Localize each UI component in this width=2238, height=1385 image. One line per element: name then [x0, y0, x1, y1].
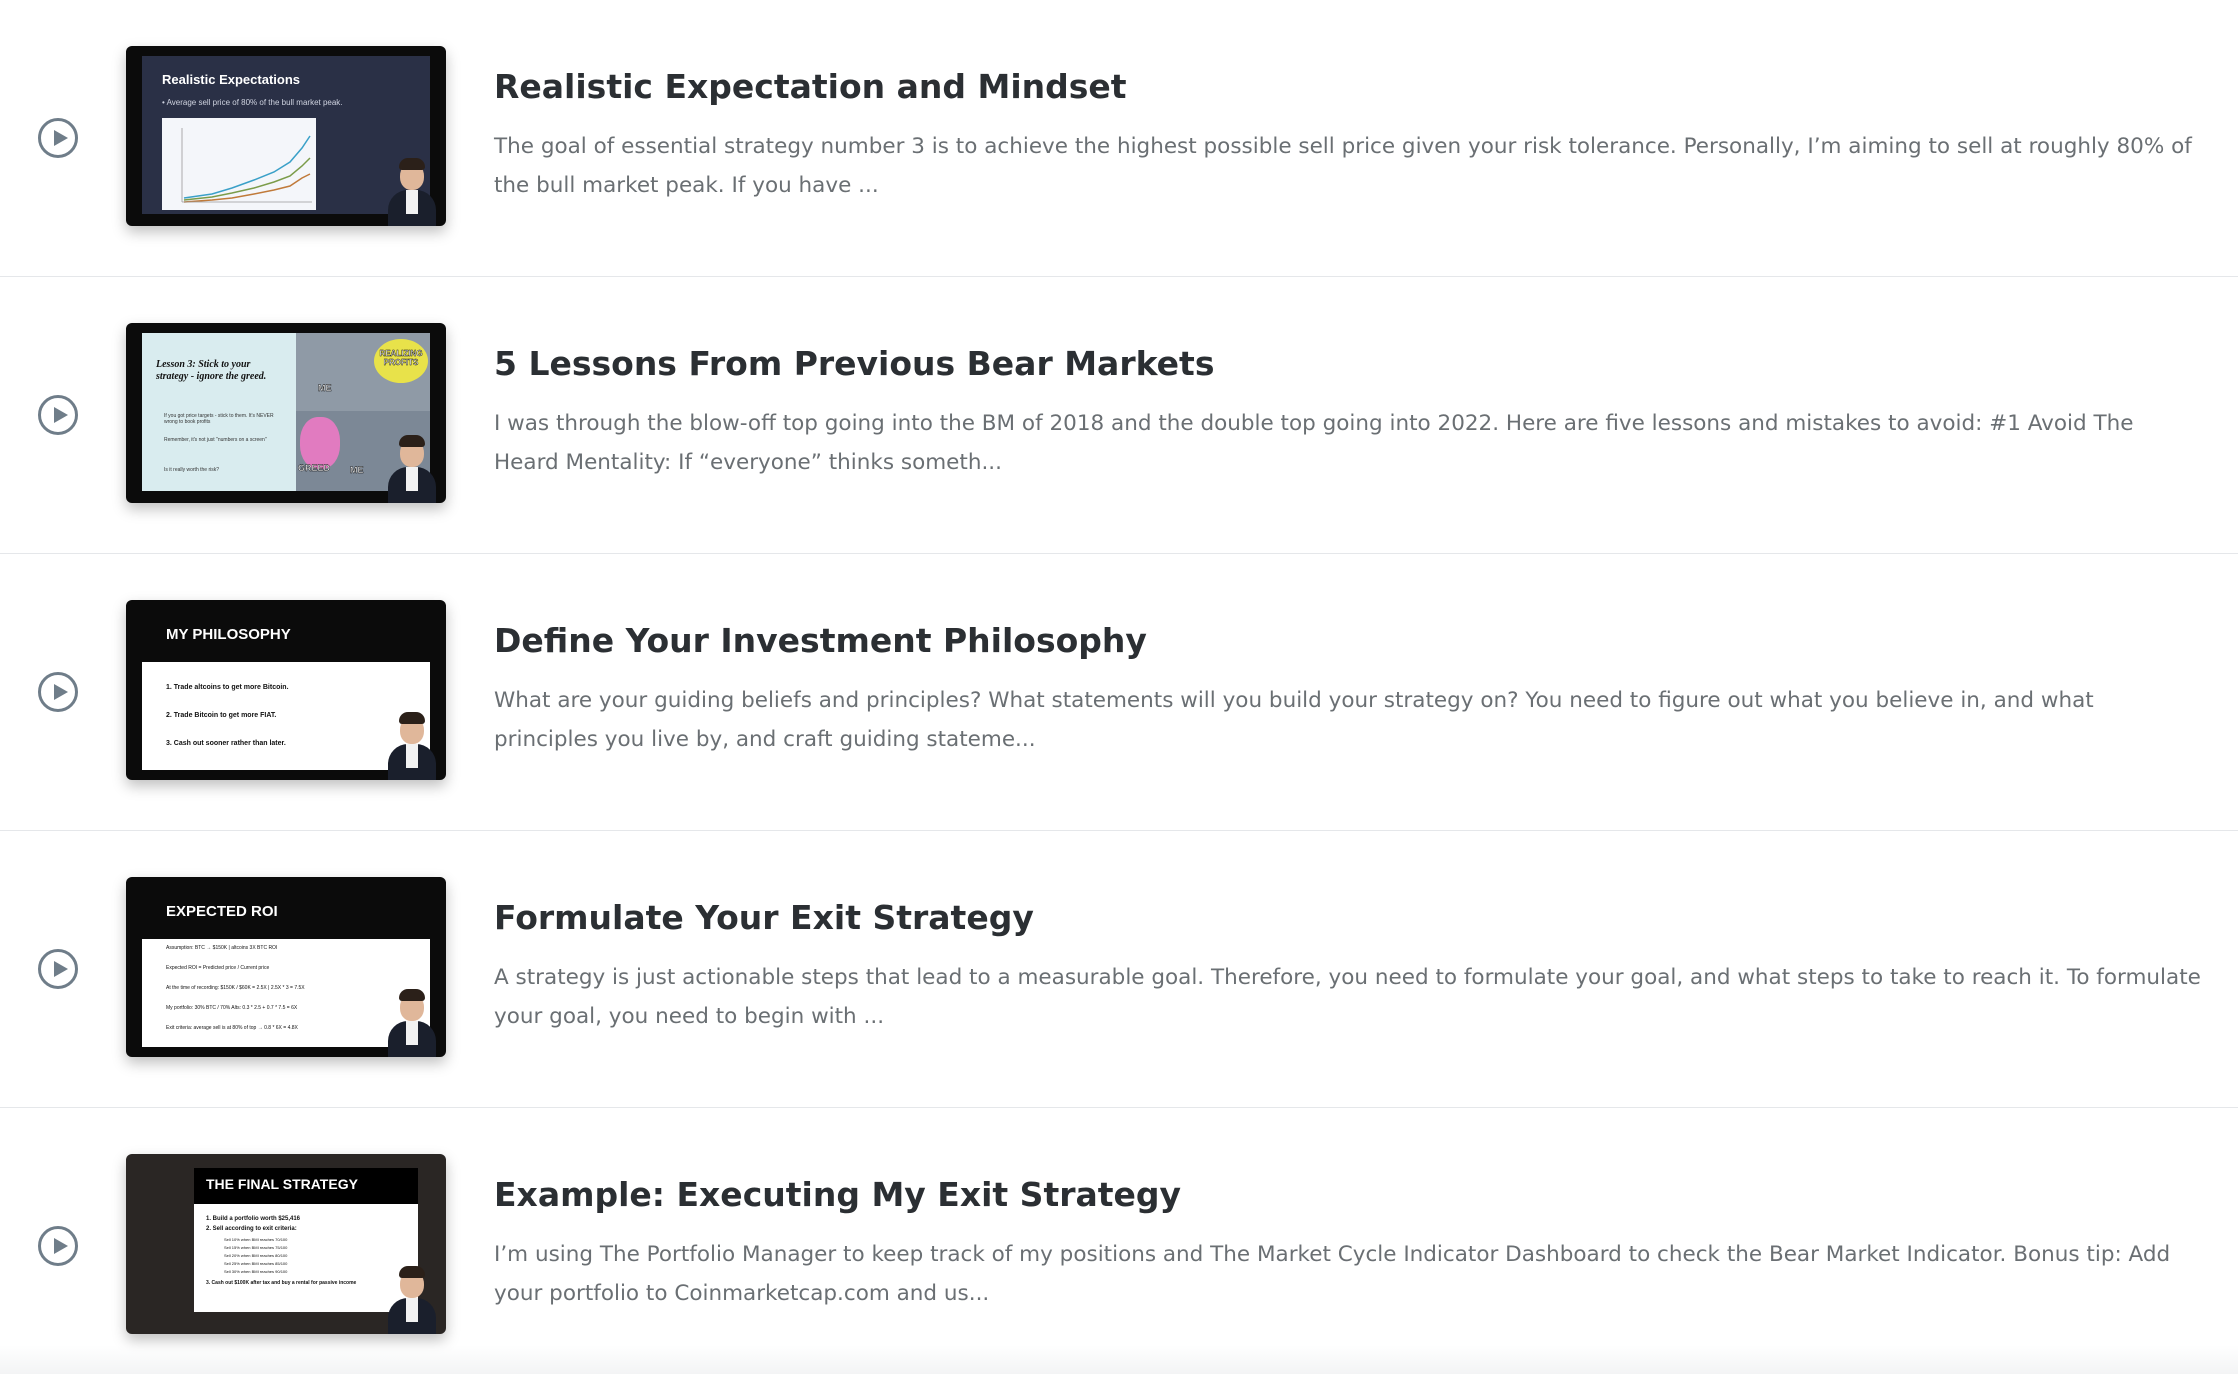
lesson-description: I’m using The Portfolio Manager to keep …	[494, 1242, 2171, 1306]
play-circle-icon[interactable]	[38, 118, 78, 158]
lesson-title[interactable]: 5 Lessons From Previous Bear Markets	[494, 344, 1214, 383]
lesson-description: I was through the blow-off top going int…	[494, 411, 2134, 475]
lesson-thumbnail[interactable]: Realistic Expectations • Average sell pr…	[126, 46, 446, 226]
play-circle-icon[interactable]	[38, 949, 78, 989]
lesson-title[interactable]: Formulate Your Exit Strategy	[494, 898, 1034, 937]
slide-heading: THE FINAL STRATEGY	[194, 1168, 418, 1204]
lesson-title[interactable]: Realistic Expectation and Mindset	[494, 67, 1127, 106]
meme-blob	[300, 417, 340, 469]
slide-bullet: Assumption: BTC → $150K | altcoins 3X BT…	[166, 945, 278, 951]
slide-heading: Realistic Expectations	[162, 72, 300, 87]
slide-heading: Lesson 3: Stick to your strategy - ignor…	[156, 359, 267, 382]
slide-heading: EXPECTED ROI	[166, 903, 278, 920]
slide-bullet: Exit criteria: average sell is at 80% of…	[166, 1025, 298, 1031]
slide-bullet: Remember, it's not just "numbers on a sc…	[164, 437, 267, 443]
lesson-row[interactable]: THE FINAL STRATEGY 1. Build a portfolio …	[0, 1108, 2238, 1385]
slide-bullet: Is it really worth the risk?	[164, 467, 220, 473]
presenter-image	[386, 156, 438, 226]
slide-bullet: 2. Sell according to exit criteria:	[206, 1226, 297, 1232]
slide-bullet: My portfolio: 30% BTC / 70% Alts: 0.3 * …	[166, 1005, 298, 1011]
slide-bullet: Expected ROI = Predicted price / Current…	[166, 965, 270, 971]
presenter-image	[386, 433, 438, 503]
slide-bullet: Sell 15% when BMI reaches 75/100	[224, 1245, 288, 1250]
play-circle-icon[interactable]	[38, 395, 78, 435]
slide-bullet: If you got price targets - stick to them…	[164, 413, 274, 425]
slide-bullet: 3. Cash out sooner rather than later.	[166, 740, 286, 747]
lesson-list: Realistic Expectations • Average sell pr…	[0, 0, 2238, 1385]
lesson-row[interactable]: EXPECTED ROI Assumption: BTC → $150K | a…	[0, 831, 2238, 1108]
lesson-row[interactable]: MY PHILOSOPHY 1. Trade altcoins to get m…	[0, 554, 2238, 831]
slide-bullet: At the time of recording: $150K / $60K =…	[166, 985, 305, 991]
slide-bullet: 1. Trade altcoins to get more Bitcoin.	[166, 684, 289, 691]
slide-bullet: 3. Cash out $100K after tax and buy a re…	[206, 1280, 357, 1286]
meme-top-panel: REALIZING PROFITS ME	[296, 333, 430, 411]
bottom-fade	[0, 1345, 2238, 1374]
lesson-thumbnail[interactable]: Lesson 3: Stick to your strategy - ignor…	[126, 323, 446, 503]
lesson-description: What are your guiding beliefs and princi…	[494, 688, 2094, 752]
line-chart-graphic	[181, 128, 312, 203]
slide-bullet: 2. Trade Bitcoin to get more FIAT.	[166, 712, 277, 719]
slide-bullet: Sell 20% when BMI reaches 80/100	[224, 1253, 288, 1258]
lesson-row[interactable]: Realistic Expectations • Average sell pr…	[0, 0, 2238, 277]
lesson-description: A strategy is just actionable steps that…	[494, 965, 2201, 1029]
lesson-title[interactable]: Example: Executing My Exit Strategy	[494, 1175, 1181, 1214]
thumbnail-slide: THE FINAL STRATEGY 1. Build a portfolio …	[194, 1168, 418, 1312]
play-circle-icon[interactable]	[38, 672, 78, 712]
lesson-row[interactable]: Lesson 3: Stick to your strategy - ignor…	[0, 277, 2238, 554]
lesson-thumbnail[interactable]: EXPECTED ROI Assumption: BTC → $150K | a…	[126, 877, 446, 1057]
slide-bullet: • Average sell price of 80% of the bull …	[162, 98, 343, 107]
presenter-image	[386, 1264, 438, 1334]
meme-label: GREED	[298, 463, 331, 473]
chart-image	[162, 118, 316, 210]
lesson-thumbnail[interactable]: THE FINAL STRATEGY 1. Build a portfolio …	[126, 1154, 446, 1334]
slide-bullet: Sell 25% when BMI reaches 85/100	[224, 1261, 288, 1266]
lesson-description: The goal of essential strategy number 3 …	[494, 134, 2192, 198]
presenter-image	[386, 710, 438, 780]
presenter-image	[386, 987, 438, 1057]
slide-bullet: Sell 30% when BMI reaches 90/100	[224, 1269, 288, 1274]
slide-bullet: 1. Build a portfolio worth $25,416	[206, 1216, 301, 1222]
slide-bullet: Sell 10% when BMI reaches 70/100	[224, 1237, 288, 1242]
play-circle-icon[interactable]	[38, 1226, 78, 1266]
meme-label: ME	[318, 383, 332, 393]
meme-label: ME	[350, 465, 364, 475]
slide-heading: MY PHILOSOPHY	[166, 626, 291, 643]
lesson-title[interactable]: Define Your Investment Philosophy	[494, 621, 1147, 660]
meme-label: REALIZING PROFITS	[374, 339, 428, 383]
lesson-thumbnail[interactable]: MY PHILOSOPHY 1. Trade altcoins to get m…	[126, 600, 446, 780]
